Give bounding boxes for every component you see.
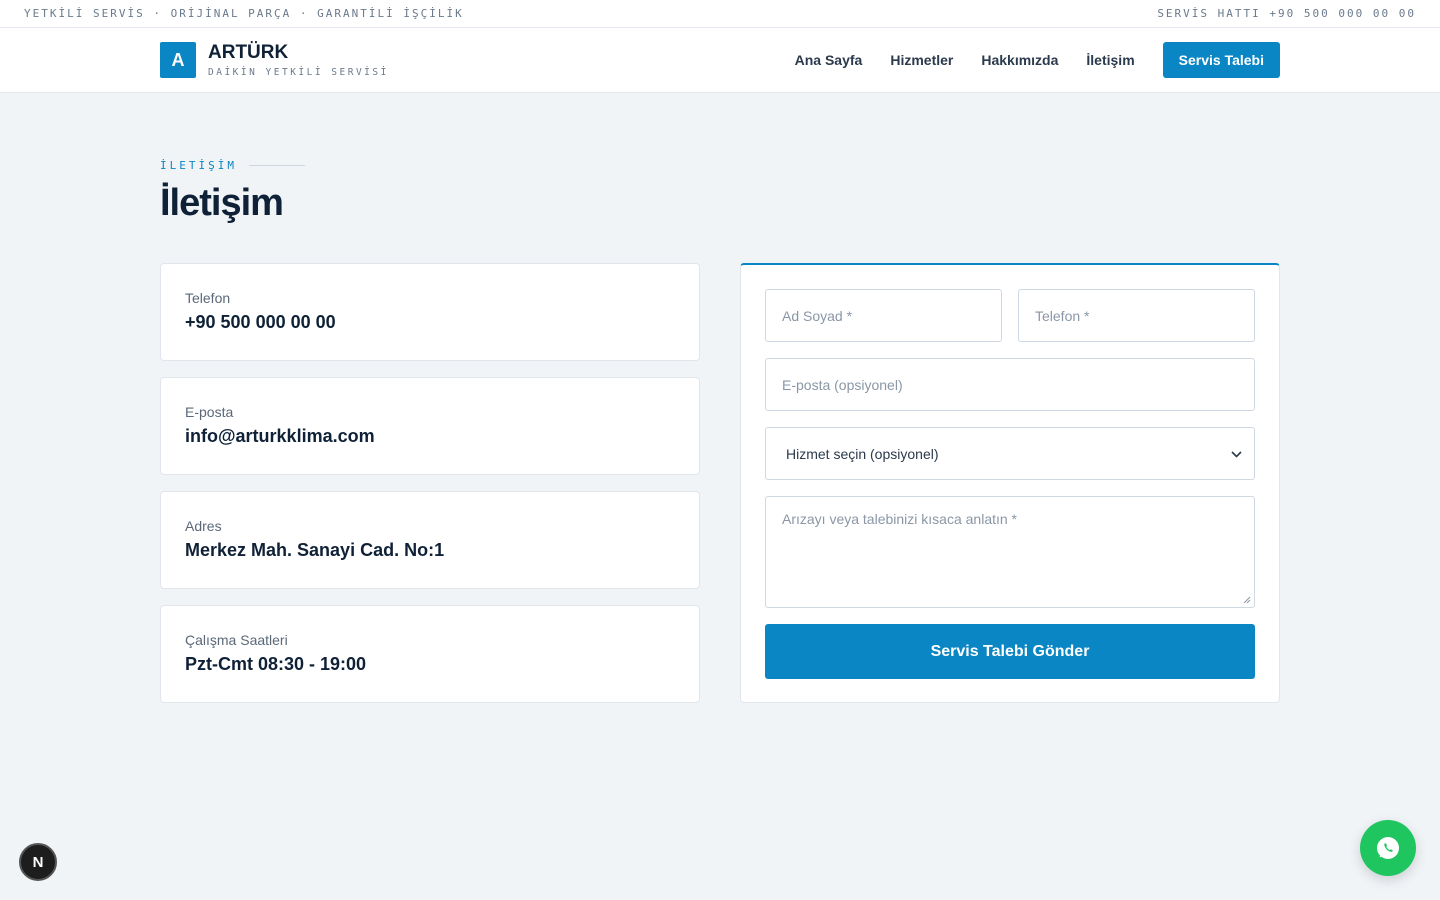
- whatsapp-icon: [1377, 837, 1399, 859]
- contact-info-list: Telefon +90 500 000 00 00 E-posta info@a…: [160, 263, 700, 719]
- info-value: Merkez Mah. Sanayi Cad. No:1: [185, 540, 445, 560]
- section-eyebrow: İLETİŞİM: [160, 159, 1280, 172]
- page-title: İletişim: [160, 182, 284, 224]
- info-label: E-posta: [185, 404, 234, 420]
- info-label: Adres: [185, 518, 222, 534]
- info-value: info@arturkklima.com: [185, 426, 375, 446]
- message-placeholder: Arızayı veya talebinizi kısaca anlatın *: [782, 511, 1018, 527]
- nav-links: Ana Sayfa Hizmetler Hakkımızda İletişim …: [767, 42, 1280, 78]
- submit-button[interactable]: Servis Talebi Gönder: [765, 624, 1255, 679]
- brand-name: ARTÜRK: [208, 42, 289, 63]
- top-info-bar: YETKİLİ SERVİS · ORİJİNAL PARÇA · GARANT…: [0, 0, 1440, 28]
- nav-link-about[interactable]: Hakkımızda: [981, 52, 1058, 68]
- contact-section: İLETİŞİM İletişim Telefon +90 500 000 00…: [160, 93, 1280, 719]
- eyebrow-divider: [248, 165, 305, 166]
- main-navbar: A ARTÜRK DAİKİN YETKİLİ SERVİSİ Ana Sayf…: [0, 28, 1440, 93]
- top-bar-tagline: YETKİLİ SERVİS · ORİJİNAL PARÇA · GARANT…: [24, 7, 464, 20]
- message-textarea[interactable]: Arızayı veya talebinizi kısaca anlatın *: [765, 496, 1255, 608]
- top-bar-service-line: SERVİS HATTI +90 500 000 00 00: [1157, 7, 1416, 20]
- info-card-email: E-posta info@arturkklima.com: [160, 377, 700, 475]
- phone-input[interactable]: Telefon *: [1018, 289, 1255, 342]
- info-card-address: Adres Merkez Mah. Sanayi Cad. No:1: [160, 491, 700, 589]
- service-request-form: Ad Soyad * Telefon * E-posta (opsiyonel)…: [740, 263, 1280, 703]
- nav-link-contact[interactable]: İletişim: [1086, 52, 1134, 68]
- chevron-down-icon: [1231, 446, 1242, 461]
- eyebrow-text: İLETİŞİM: [160, 159, 237, 172]
- info-label: Çalışma Saatleri: [185, 632, 288, 648]
- info-label: Telefon: [185, 290, 231, 306]
- service-select-value: Hizmet seçin (opsiyonel): [786, 445, 939, 462]
- email-input[interactable]: E-posta (opsiyonel): [765, 358, 1255, 411]
- info-value: Pzt-Cmt 08:30 - 19:00: [185, 654, 367, 674]
- resize-handle-icon[interactable]: [1243, 596, 1251, 604]
- nav-link-home[interactable]: Ana Sayfa: [795, 52, 863, 68]
- name-input[interactable]: Ad Soyad *: [765, 289, 1002, 342]
- nav-link-services[interactable]: Hizmetler: [890, 52, 953, 68]
- nextjs-icon[interactable]: N: [19, 843, 57, 881]
- brand-subtitle: DAİKİN YETKİLİ SERVİSİ: [208, 67, 389, 78]
- info-value: +90 500 000 00 00: [185, 312, 336, 332]
- dev-badge-letter: N: [32, 853, 44, 871]
- service-select[interactable]: Hizmet seçin (opsiyonel): [765, 427, 1255, 480]
- service-request-button[interactable]: Servis Talebi: [1162, 42, 1280, 78]
- info-card-hours: Çalışma Saatleri Pzt-Cmt 08:30 - 19:00: [160, 605, 700, 703]
- logo-mark: A: [160, 42, 196, 78]
- info-card-phone: Telefon +90 500 000 00 00: [160, 263, 700, 361]
- whatsapp-button[interactable]: [1360, 820, 1416, 876]
- brand-logo-link[interactable]: A ARTÜRK DAİKİN YETKİLİ SERVİSİ: [160, 42, 389, 78]
